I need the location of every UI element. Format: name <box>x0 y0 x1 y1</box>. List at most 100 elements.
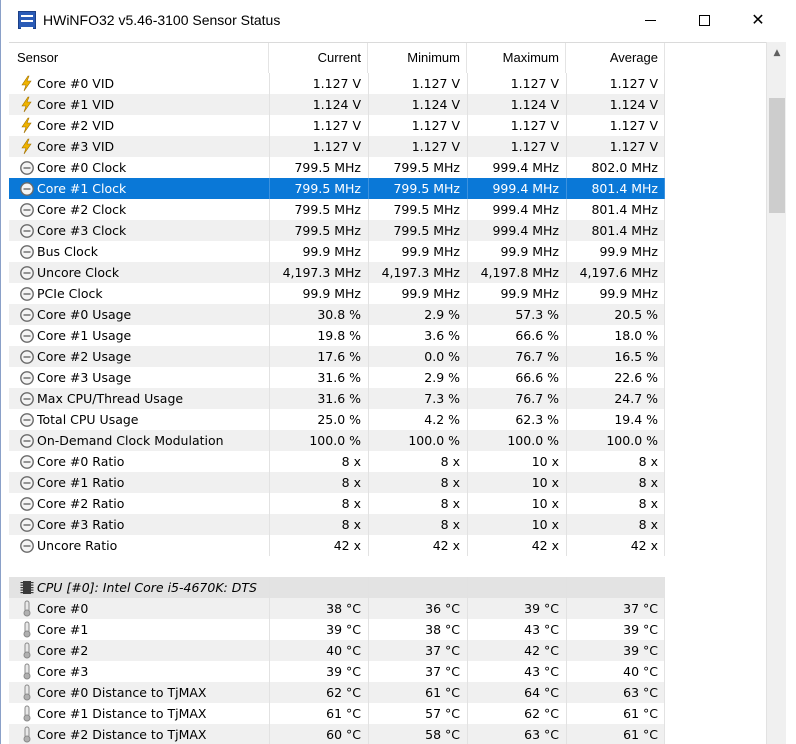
sensor-name: Core #3 Ratio <box>37 517 125 532</box>
row-background <box>9 556 664 577</box>
sensor-value-average: 100.0 % <box>606 433 658 448</box>
table-row[interactable]: Core #0 Clock 799.5 MHz 799.5 MHz 999.4 MHz… <box>9 157 766 178</box>
sensor-value-current: 31.6 % <box>317 370 361 385</box>
table-row[interactable]: Uncore Clock 4,197.3 MHz 4,197.3 MHz 4,197.… <box>9 262 766 283</box>
sensor-value-current: 1.127 V <box>312 139 361 154</box>
table-row[interactable]: Core #1 Distance to TjMAX 61 °C 57 °C 62 °C… <box>9 703 766 724</box>
table-row[interactable]: On-Demand Clock Modulation 100.0 % 100.0 %… <box>9 430 766 451</box>
table-row[interactable]: Core #0 Ratio 8 x 8 x 10 x 8 x <box>9 451 766 472</box>
sensor-value-current: 99.9 MHz <box>302 286 361 301</box>
maximize-button[interactable] <box>681 0 727 42</box>
table-row[interactable]: Core #0 VID 1.127 V 1.127 V 1.127 V 1.127 V <box>9 73 766 94</box>
table-row[interactable]: Core #2 Ratio 8 x 8 x 10 x 8 x <box>9 493 766 514</box>
sensor-value-current: 61 °C <box>326 706 361 721</box>
sensor-value-maximum: 66.6 % <box>515 370 559 385</box>
sensor-value-maximum: 1.127 V <box>510 76 559 91</box>
column-divider <box>269 577 270 598</box>
table-row[interactable]: Core #1 Ratio 8 x 8 x 10 x 8 x <box>9 472 766 493</box>
scroll-up-arrow-icon[interactable]: ▲ <box>767 42 787 62</box>
title-bar[interactable]: HWiNFO32 v5.46-3100 Sensor Status ✕ <box>1 0 796 42</box>
table-row[interactable]: Core #1 39 °C 38 °C 43 °C 39 °C <box>9 619 766 640</box>
column-divider <box>664 661 665 682</box>
sensor-group-row[interactable]: CPU [#0]: Intel Core i5-4670K: DTS <box>9 577 766 598</box>
sensor-value-minimum: 8 x <box>440 496 460 511</box>
column-divider <box>368 577 369 598</box>
vertical-scrollbar[interactable]: ▲ <box>766 42 786 744</box>
minimize-button[interactable] <box>627 0 673 42</box>
table-row[interactable]: Total CPU Usage 25.0 % 4.2 % 62.3 % 19.4 % <box>9 409 766 430</box>
sensor-name: Uncore Clock <box>37 265 120 280</box>
table-row[interactable]: Core #1 Usage 19.8 % 3.6 % 66.6 % 18.0 % <box>9 325 766 346</box>
table-row[interactable]: Core #2 40 °C 37 °C 42 °C 39 °C <box>9 640 766 661</box>
sensor-value-average: 19.4 % <box>614 412 658 427</box>
table-row[interactable]: Core #0 38 °C 36 °C 39 °C 37 °C <box>9 598 766 619</box>
column-divider <box>664 514 665 535</box>
sensor-value-maximum: 1.127 V <box>510 139 559 154</box>
sensor-value-current: 60 °C <box>326 727 361 742</box>
sensor-name: Core #1 VID <box>37 97 115 112</box>
lightning-bolt-icon <box>19 96 35 113</box>
sensor-value-average: 61 °C <box>623 727 658 742</box>
sensor-value-maximum: 66.6 % <box>515 328 559 343</box>
sensor-name: Core #3 Clock <box>37 223 127 238</box>
sensor-name: On-Demand Clock Modulation <box>37 433 224 448</box>
sensor-value-average: 22.6 % <box>614 370 658 385</box>
column-header-sensor[interactable]: Sensor <box>9 43 269 73</box>
sensor-name: Max CPU/Thread Usage <box>37 391 184 406</box>
close-button[interactable]: ✕ <box>735 0 781 42</box>
sensor-value-average: 8 x <box>638 475 658 490</box>
table-row[interactable]: Core #3 Usage 31.6 % 2.9 % 66.6 % 22.6 % <box>9 367 766 388</box>
table-row[interactable]: Core #0 Usage 30.8 % 2.9 % 57.3 % 20.5 % <box>9 304 766 325</box>
table-row[interactable]: Core #2 Distance to TjMAX 60 °C 58 °C 63 °C… <box>9 724 766 744</box>
table-row[interactable]: Core #3 Ratio 8 x 8 x 10 x 8 x <box>9 514 766 535</box>
cpu-chip-icon <box>19 579 35 596</box>
column-divider <box>664 304 665 325</box>
table-row[interactable]: Core #2 Clock 799.5 MHz 799.5 MHz 999.4 MHz… <box>9 199 766 220</box>
table-row[interactable]: Max CPU/Thread Usage 31.6 % 7.3 % 76.7 % 24.… <box>9 388 766 409</box>
table-row[interactable]: Core #0 Distance to TjMAX 62 °C 61 °C 64 °C… <box>9 682 766 703</box>
sensor-value-maximum: 57.3 % <box>515 307 559 322</box>
table-row[interactable]: Core #3 VID 1.127 V 1.127 V 1.127 V 1.127 V <box>9 136 766 157</box>
sensor-value-current: 8 x <box>341 454 361 469</box>
column-divider <box>664 619 665 640</box>
table-row[interactable]: Core #1 Clock 799.5 MHz 799.5 MHz 999.4 MHz… <box>9 178 766 199</box>
sensor-value-maximum: 63 °C <box>524 727 559 742</box>
table-row[interactable]: Core #2 Usage 17.6 % 0.0 % 76.7 % 16.5 % <box>9 346 766 367</box>
sensor-value-average: 802.0 MHz <box>591 160 658 175</box>
sensor-name: PCIe Clock <box>37 286 103 301</box>
clock-gauge-icon <box>19 180 35 197</box>
sensor-value-minimum: 799.5 MHz <box>393 181 460 196</box>
table-row[interactable]: Core #2 VID 1.127 V 1.127 V 1.127 V 1.127 V <box>9 115 766 136</box>
sensor-value-minimum: 99.9 MHz <box>401 244 460 259</box>
sensor-value-average: 1.127 V <box>609 76 658 91</box>
thermometer-icon <box>19 621 35 638</box>
sensor-value-maximum: 999.4 MHz <box>492 160 559 175</box>
sensor-name: Core #1 Clock <box>37 181 127 196</box>
column-header-average[interactable]: Average <box>566 43 665 73</box>
sensor-value-maximum: 42 °C <box>524 643 559 658</box>
table-row[interactable]: Bus Clock 99.9 MHz 99.9 MHz 99.9 MHz 99.9 MH… <box>9 241 766 262</box>
clock-gauge-icon <box>19 453 35 470</box>
sensor-value-average: 801.4 MHz <box>591 223 658 238</box>
table-row[interactable]: Core #3 Clock 799.5 MHz 799.5 MHz 999.4 MHz… <box>9 220 766 241</box>
thermometer-icon <box>19 705 35 722</box>
sensor-value-minimum: 799.5 MHz <box>393 202 460 217</box>
lightning-bolt-icon <box>19 75 35 92</box>
column-header-current[interactable]: Current <box>269 43 368 73</box>
maximize-icon <box>698 15 710 26</box>
sensor-value-current: 799.5 MHz <box>294 160 361 175</box>
sensor-value-minimum: 38 °C <box>425 622 460 637</box>
sensor-value-minimum: 2.9 % <box>424 307 460 322</box>
scroll-thumb[interactable] <box>769 98 785 213</box>
table-row[interactable]: Core #3 39 °C 37 °C 43 °C 40 °C <box>9 661 766 682</box>
column-header-maximum[interactable]: Maximum <box>467 43 566 73</box>
sensor-value-maximum: 1.124 V <box>510 97 559 112</box>
table-row[interactable]: PCIe Clock 99.9 MHz 99.9 MHz 99.9 MHz 99.9 M… <box>9 283 766 304</box>
column-header-minimum[interactable]: Minimum <box>368 43 467 73</box>
sensor-value-current: 19.8 % <box>317 328 361 343</box>
sensor-value-average: 24.7 % <box>614 391 658 406</box>
sensor-value-current: 799.5 MHz <box>294 181 361 196</box>
table-row[interactable]: Uncore Ratio 42 x 42 x 42 x 42 x <box>9 535 766 556</box>
sensor-value-maximum: 62 °C <box>524 706 559 721</box>
table-row[interactable]: Core #1 VID 1.124 V 1.124 V 1.124 V 1.124 V <box>9 94 766 115</box>
